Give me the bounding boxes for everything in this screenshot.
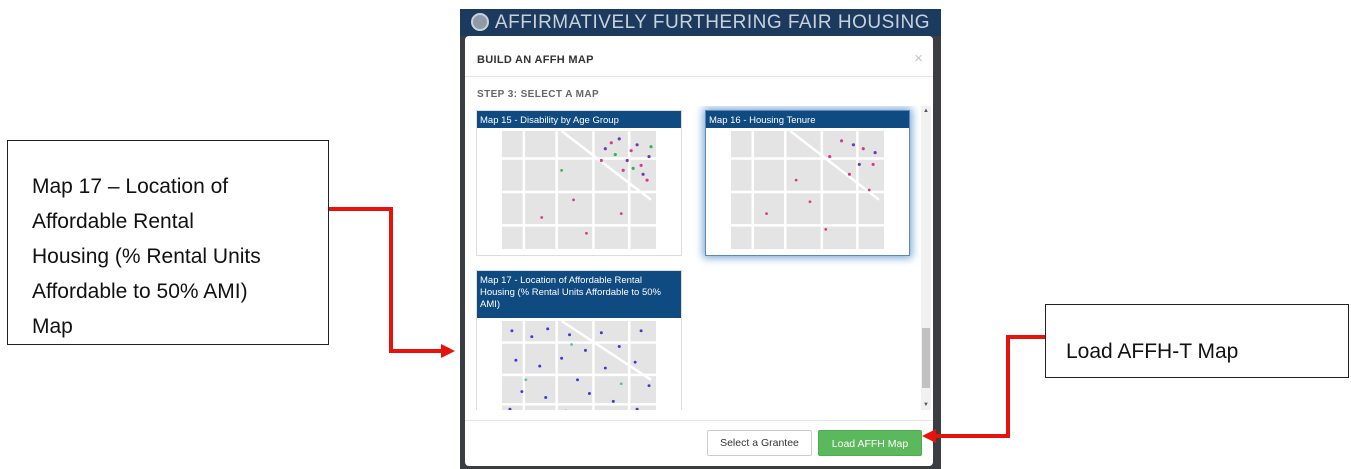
callout-line: Map [32, 315, 73, 338]
map-thumbnail [502, 321, 656, 410]
callout-line: Affordable to 50% AMI) [32, 280, 248, 303]
callout-line: Housing (% Rental Units [32, 245, 261, 268]
callout-map17-annotation: Map 17 – Location of Affordable Rental H… [7, 140, 329, 345]
map-card-16[interactable]: Map 16 - Housing Tenure [705, 110, 910, 256]
callout-line: Map 17 – Location of [32, 175, 229, 198]
select-grantee-button[interactable]: Select a Grantee [707, 430, 812, 456]
divider [465, 420, 933, 421]
app-title: AFFIRMATIVELY FURTHERING FAIR HOUSING [494, 12, 931, 33]
load-map-button[interactable]: Load AFFH Map [818, 430, 922, 456]
map-list[interactable]: Map 15 - Disability by Age Group Map 16 … [465, 106, 933, 410]
map-thumbnail [731, 131, 884, 249]
arrowhead-map17 [441, 344, 455, 358]
build-map-modal: BUILD AN AFFH MAP × STEP 3: SELECT A MAP… [465, 36, 933, 466]
scrollbar-thumb[interactable] [922, 328, 930, 388]
callout-load-map-annotation: Load AFFH-T Map [1045, 304, 1349, 378]
modal-title: BUILD AN AFFH MAP [477, 54, 594, 66]
chevron-up-icon[interactable]: ▲ [921, 106, 931, 116]
chevron-down-icon[interactable]: ▼ [921, 400, 931, 410]
map-card-15[interactable]: Map 15 - Disability by Age Group [476, 110, 682, 256]
callout-line: Affordable Rental [32, 210, 194, 233]
app-header: AFFIRMATIVELY FURTHERING FAIR HOUSING [460, 9, 941, 36]
app-title-bar: AFFIRMATIVELY FURTHERING FAIR HOUSING [460, 9, 941, 36]
map-card-title: Map 15 - Disability by Age Group [477, 111, 681, 128]
map-card-title: Map 16 - Housing Tenure [706, 111, 909, 128]
arrow-to-map17 [329, 207, 441, 353]
step-label: STEP 3: SELECT A MAP [477, 89, 600, 100]
callout-text: Load AFFH-T Map [1066, 340, 1239, 363]
arrow-to-load-button [935, 335, 1045, 438]
map-card-17[interactable]: Map 17 - Location of Affordable Rental H… [476, 270, 682, 410]
scrollbar[interactable]: ▲ ▼ [921, 106, 931, 410]
hud-seal-icon [470, 13, 489, 31]
map-thumbnail [502, 131, 656, 249]
close-icon[interactable]: × [914, 50, 923, 67]
divider [465, 76, 933, 77]
map-card-title: Map 17 - Location of Affordable Rental H… [477, 271, 681, 318]
